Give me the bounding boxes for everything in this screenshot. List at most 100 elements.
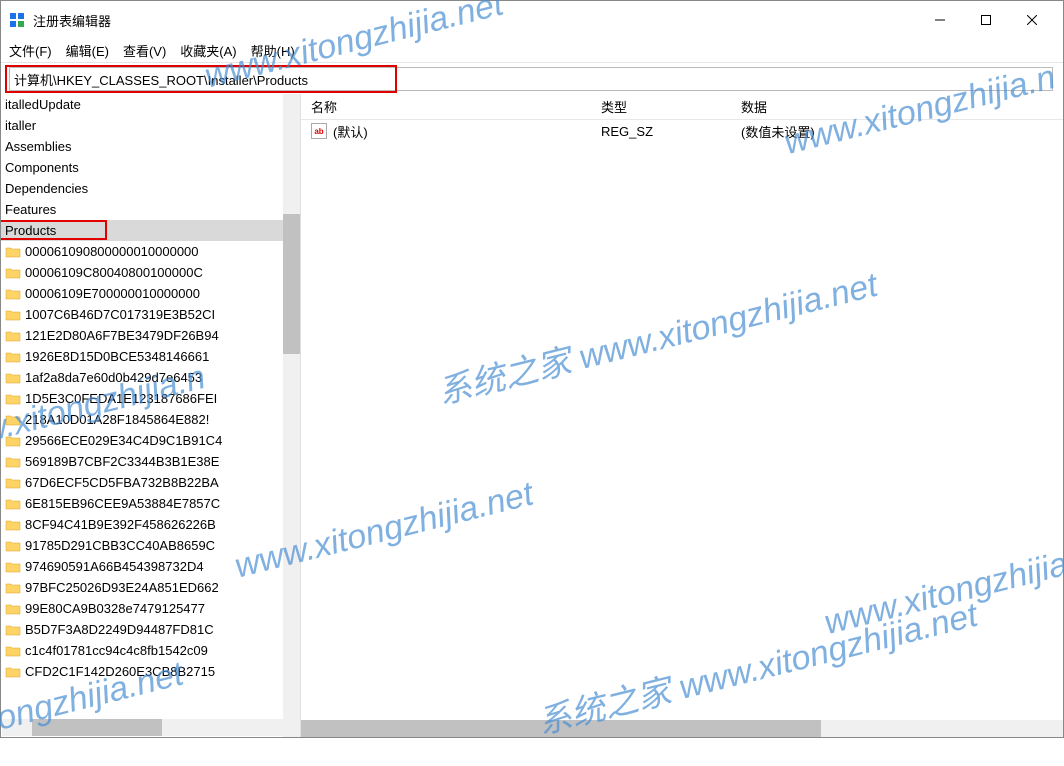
value-name: (默认) <box>333 122 368 141</box>
col-name[interactable]: 名称 <box>301 97 601 116</box>
tree-item[interactable]: Features <box>1 199 300 220</box>
address-input[interactable]: 计算机\HKEY_CLASSES_ROOT\Installer\Products <box>9 67 1053 91</box>
folder-icon <box>5 602 21 616</box>
menu-favorites[interactable]: 收藏夹(A) <box>180 41 236 60</box>
tree-item[interactable]: 1926E8D15D0BCE5348146661 <box>1 346 300 367</box>
tree-item[interactable]: 67D6ECF5CD5FBA732B8B22BA <box>1 472 300 493</box>
close-button[interactable] <box>1009 4 1055 36</box>
listview-hscrollbar[interactable] <box>301 720 1063 737</box>
tree-item[interactable]: italledUpdate <box>1 94 300 115</box>
folder-icon <box>5 665 21 679</box>
tree-item[interactable]: 00006109E700000010000000 <box>1 283 300 304</box>
tree-item[interactable]: 1af2a8da7e60d0b429d7e6453 <box>1 367 300 388</box>
tree-item[interactable]: 000061090800000010000000 <box>1 241 300 262</box>
tree-item[interactable]: 8CF94C41B9E392F458626226B <box>1 514 300 535</box>
tree-label: 1af2a8da7e60d0b429d7e6453 <box>25 370 202 385</box>
folder-icon <box>5 581 21 595</box>
window-title: 注册表编辑器 <box>33 11 917 30</box>
folder-icon <box>5 329 21 343</box>
tree-item[interactable]: Components <box>1 157 300 178</box>
tree-hscrollbar[interactable] <box>2 719 300 736</box>
tree-label: 8CF94C41B9E392F458626226B <box>25 517 216 532</box>
tree-label: 00006109C80040800100000C <box>25 265 203 280</box>
tree-item[interactable]: 121E2D80A6F7BE3479DF26B94 <box>1 325 300 346</box>
tree-label: 569189B7CBF2C3344B3B1E38E <box>25 454 219 469</box>
tree-hscroll-thumb[interactable] <box>32 719 162 736</box>
tree-item[interactable]: Dependencies <box>1 178 300 199</box>
folder-icon <box>5 455 21 469</box>
tree-vscroll-thumb[interactable] <box>283 214 300 354</box>
column-headers: 名称 类型 数据 <box>301 94 1063 120</box>
menubar: 文件(F) 编辑(E) 查看(V) 收藏夹(A) 帮助(H) <box>1 39 1063 63</box>
tree-item[interactable]: 99E80CA9B0328e7479125477 <box>1 598 300 619</box>
string-icon: ab <box>311 123 327 139</box>
tree-label: Assemblies <box>5 139 71 154</box>
folder-icon <box>5 245 21 259</box>
list-row[interactable]: ab(默认)REG_SZ(数值未设置) <box>301 120 1063 142</box>
tree-label: Features <box>5 202 56 217</box>
tree-label: 974690591A66B454398732D4 <box>25 559 204 574</box>
menu-file[interactable]: 文件(F) <box>9 41 52 60</box>
minimize-button[interactable] <box>917 4 963 36</box>
col-type[interactable]: 类型 <box>601 97 741 116</box>
tree-label: 00006109E700000010000000 <box>25 286 200 301</box>
tree-label: c1c4f01781cc94c4c8fb1542c09 <box>25 643 208 658</box>
tree-item[interactable]: 569189B7CBF2C3344B3B1E38E <box>1 451 300 472</box>
tree-item[interactable]: c1c4f01781cc94c4c8fb1542c09 <box>1 640 300 661</box>
folder-icon <box>5 539 21 553</box>
workarea: italledUpdate italler Assemblies Components… <box>1 94 1063 737</box>
tree-label: italler <box>5 118 36 133</box>
tree-item[interactable]: 1007C6B46D7C017319E3B52CI <box>1 304 300 325</box>
tree-item[interactable]: 29566ECE029E34C4D9C1B91C4 <box>1 430 300 451</box>
folder-icon <box>5 476 21 490</box>
folder-icon <box>5 350 21 364</box>
folder-icon <box>5 623 21 637</box>
tree-label: 29566ECE029E34C4D9C1B91C4 <box>25 433 222 448</box>
registry-editor-window: 注册表编辑器 文件(F) 编辑(E) 查看(V) 收藏夹(A) 帮助(H) 计算… <box>0 0 1064 738</box>
tree-label: 000061090800000010000000 <box>25 244 199 259</box>
tree-item[interactable]: 97BFC25026D93E24A851ED662 <box>1 577 300 598</box>
tree-label: 99E80CA9B0328e7479125477 <box>25 601 205 616</box>
tree-vscrollbar[interactable] <box>283 94 300 737</box>
addressbar-container: 计算机\HKEY_CLASSES_ROOT\Installer\Products <box>1 63 1063 94</box>
tree-label: 91785D291CBB3CC40AB8659C <box>25 538 215 553</box>
tree-pane[interactable]: italledUpdate italler Assemblies Components… <box>1 94 301 737</box>
col-data[interactable]: 数据 <box>741 97 1063 116</box>
window-controls <box>917 4 1055 36</box>
folder-icon <box>5 371 21 385</box>
tree-label: Products <box>5 223 56 238</box>
folder-icon <box>5 413 21 427</box>
folder-icon <box>5 497 21 511</box>
listview-hscroll-thumb[interactable] <box>301 720 821 737</box>
folder-icon <box>5 518 21 532</box>
tree-item[interactable]: 6E815EB96CEE9A53884E7857C <box>1 493 300 514</box>
tree-item[interactable]: italler <box>1 115 300 136</box>
app-icon <box>9 12 25 28</box>
listview-pane[interactable]: 名称 类型 数据 ab(默认)REG_SZ(数值未设置) <box>301 94 1063 737</box>
folder-icon <box>5 266 21 280</box>
listview-body: ab(默认)REG_SZ(数值未设置) <box>301 120 1063 720</box>
tree-item[interactable]: 91785D291CBB3CC40AB8659C <box>1 535 300 556</box>
menu-edit[interactable]: 编辑(E) <box>66 41 109 60</box>
tree-item[interactable]: 218A10D01A28F1845864E882! <box>1 409 300 430</box>
tree-label: 6E815EB96CEE9A53884E7857C <box>25 496 220 511</box>
menu-view[interactable]: 查看(V) <box>123 41 166 60</box>
folder-icon <box>5 434 21 448</box>
tree-label: 1926E8D15D0BCE5348146661 <box>25 349 209 364</box>
tree-label: 121E2D80A6F7BE3479DF26B94 <box>25 328 219 343</box>
menu-help[interactable]: 帮助(H) <box>251 41 295 60</box>
tree-label: Components <box>5 160 79 175</box>
tree-item[interactable]: CFD2C1F142D260E3CB8B2715 <box>1 661 300 682</box>
tree-item[interactable]: 1D5E3C0FEDA1E123187686FEI <box>1 388 300 409</box>
folder-icon <box>5 287 21 301</box>
folder-icon <box>5 392 21 406</box>
tree-item[interactable]: B5D7F3A8D2249D94487FD81C <box>1 619 300 640</box>
tree-item[interactable]: Assemblies <box>1 136 300 157</box>
tree-item[interactable]: Products <box>1 220 300 241</box>
tree-label: 1D5E3C0FEDA1E123187686FEI <box>25 391 217 406</box>
tree-item[interactable]: 974690591A66B454398732D4 <box>1 556 300 577</box>
tree-label: CFD2C1F142D260E3CB8B2715 <box>25 664 215 679</box>
tree-item[interactable]: 00006109C80040800100000C <box>1 262 300 283</box>
value-type: REG_SZ <box>601 124 741 139</box>
maximize-button[interactable] <box>963 4 1009 36</box>
